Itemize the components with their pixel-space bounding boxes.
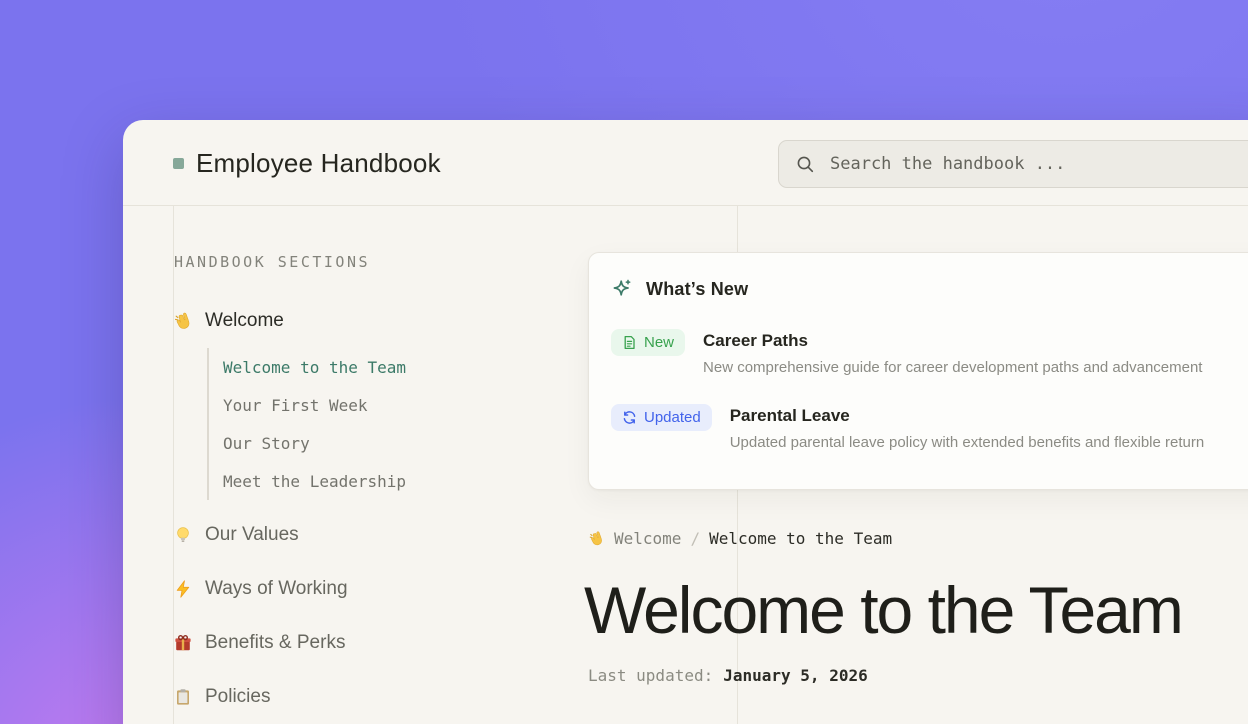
breadcrumb-separator: / (690, 529, 700, 548)
badge-label: New (644, 334, 674, 351)
breadcrumb: Welcome / Welcome to the Team (588, 529, 892, 548)
news-item-description: Updated parental leave policy with exten… (730, 434, 1204, 451)
search-box[interactable] (778, 140, 1248, 188)
wave-icon (588, 530, 605, 547)
whats-new-title: What’s New (646, 279, 748, 300)
subnav-item-welcome-to-the-team[interactable]: Welcome to the Team (223, 348, 406, 386)
news-item-career-paths[interactable]: New Career Paths New comprehensive guide… (611, 329, 1248, 376)
sidebar-item-label: Our Values (205, 524, 299, 546)
clipboard-icon (173, 687, 193, 707)
search-input[interactable] (828, 153, 1248, 175)
news-item-title: Career Paths (703, 331, 1202, 351)
desktop-backdrop: Employee Handbook HANDBOOK SECTIONS Welc… (0, 0, 1248, 724)
wave-icon (173, 311, 193, 331)
subnav-item-your-first-week[interactable]: Your First Week (223, 386, 406, 424)
breadcrumb-current: Welcome to the Team (709, 529, 892, 548)
news-item-body: Career Paths New comprehensive guide for… (703, 329, 1202, 376)
app-title: Employee Handbook (196, 148, 441, 179)
last-updated: Last updated: January 5, 2026 (588, 666, 868, 685)
sidebar-item-benefits-perks[interactable]: Benefits & Perks (173, 632, 345, 654)
whats-new-header: What’s New (611, 278, 1248, 300)
app-header: Employee Handbook (123, 120, 1248, 206)
breadcrumb-section[interactable]: Welcome (614, 529, 681, 548)
sparkle-icon (611, 278, 633, 300)
search-icon (796, 155, 815, 174)
document-icon (622, 335, 637, 350)
sidebar-item-our-values[interactable]: Our Values (173, 524, 299, 546)
subnav-item-meet-the-leadership[interactable]: Meet the Leadership (223, 462, 406, 500)
whats-new-card: What’s New New Career Paths New comprehe… (588, 252, 1248, 490)
sync-icon (622, 410, 637, 425)
updated-badge: Updated (611, 404, 712, 431)
app-brand: Employee Handbook (173, 120, 441, 206)
handbook-app-window: Employee Handbook HANDBOOK SECTIONS Welc… (123, 120, 1248, 724)
gift-icon (173, 633, 193, 653)
sidebar-item-label: Benefits & Perks (205, 632, 345, 654)
subnav-item-our-story[interactable]: Our Story (223, 424, 406, 462)
sidebar-item-label: Ways of Working (205, 578, 348, 600)
badge-label: Updated (644, 409, 701, 426)
news-item-title: Parental Leave (730, 406, 1204, 426)
sidebar-heading: HANDBOOK SECTIONS (174, 253, 370, 271)
sidebar-item-label: Welcome (205, 310, 284, 332)
sidebar-item-policies[interactable]: Policies (173, 686, 270, 708)
new-badge: New (611, 329, 685, 356)
news-item-body: Parental Leave Updated parental leave po… (730, 404, 1204, 451)
brand-square-icon (173, 158, 184, 169)
sidebar-item-ways-of-working[interactable]: Ways of Working (173, 578, 348, 600)
lightning-icon (173, 579, 193, 599)
news-item-parental-leave[interactable]: Updated Parental Leave Updated parental … (611, 404, 1248, 451)
news-item-description: New comprehensive guide for career devel… (703, 359, 1202, 376)
sidebar-item-label: Policies (205, 686, 270, 708)
last-updated-value: January 5, 2026 (723, 666, 868, 685)
page-title: Welcome to the Team (584, 575, 1182, 645)
lightbulb-icon (173, 525, 193, 545)
last-updated-label: Last updated: (588, 666, 713, 685)
sidebar-item-welcome[interactable]: Welcome (173, 310, 284, 332)
sidebar-subnav-welcome: Welcome to the Team Your First Week Our … (207, 348, 406, 500)
